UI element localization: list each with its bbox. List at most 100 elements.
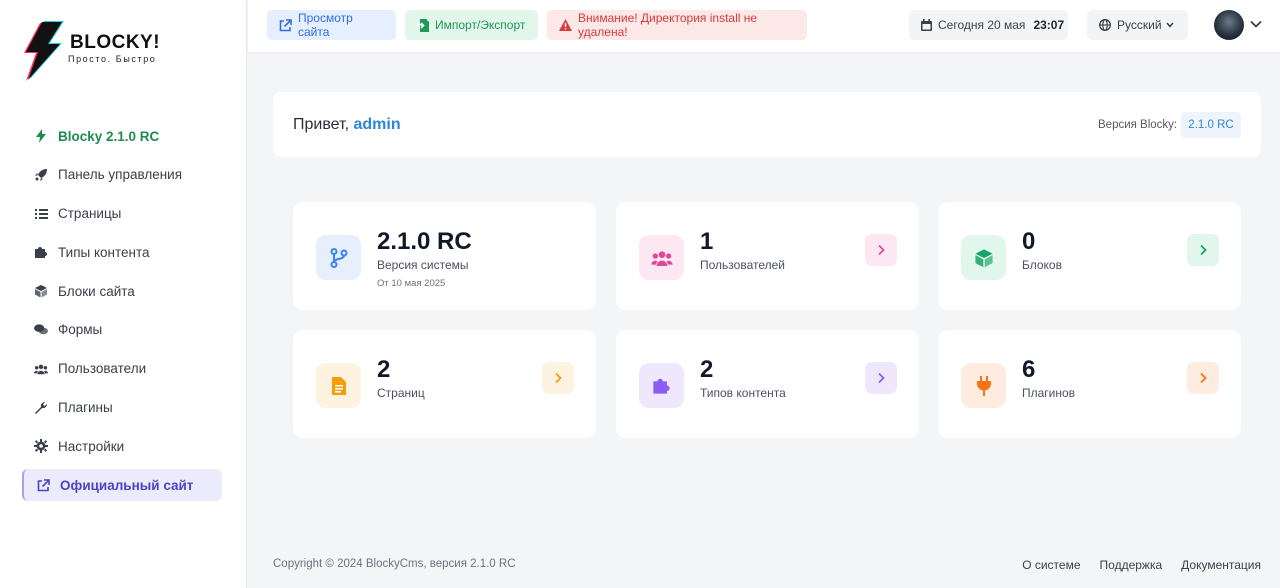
- topbar: Просмотр сайта Импорт/Экспорт Внимание! …: [248, 0, 1280, 52]
- stat-value: 2.1.0 RC: [377, 228, 472, 255]
- users-icon: [650, 250, 673, 266]
- external-link-icon: [36, 478, 50, 492]
- stat-card-version: 2.1.0 RC Версия системы От 10 мая 2025: [293, 202, 596, 310]
- sidebar-item-label: Блоки сайта: [58, 283, 135, 299]
- stat-card-users: 1 Пользователей: [616, 202, 919, 310]
- chevron-down-icon: [1165, 22, 1174, 28]
- stat-card-pages: 2 Страниц: [293, 330, 596, 438]
- footer-copyright: Copyright © 2024 BlockyCms, версия 2.1.0…: [273, 558, 516, 570]
- install-warning-label: Внимание! Директория install не удалена!: [578, 11, 758, 39]
- date-text: Сегодня 20 мая: [938, 18, 1026, 32]
- view-site-button[interactable]: Просмотр сайта: [267, 10, 396, 40]
- greeting-username: admin: [353, 116, 401, 133]
- branch-icon: [330, 247, 347, 268]
- stat-label: Типов контента: [700, 386, 786, 400]
- sidebar-item-version[interactable]: Blocky 2.1.0 RC: [22, 120, 222, 152]
- stat-icon-box: [639, 363, 684, 408]
- version-label: Версия Blocky:: [1098, 119, 1178, 131]
- sidebar-item-plugins[interactable]: Плагины: [22, 392, 222, 424]
- sidebar-item-label: Настройки: [58, 438, 125, 454]
- sidebar-nav: Blocky 2.1.0 RC Панель управления Страни…: [22, 120, 222, 508]
- sidebar-item-label: Официальный сайт: [60, 477, 194, 493]
- stat-label: Блоков: [1022, 258, 1062, 272]
- greeting-hello: Привет,: [293, 116, 350, 133]
- stat-arrow-button[interactable]: [865, 234, 897, 266]
- bolt-logo-icon: [24, 21, 64, 81]
- sidebar-item-settings[interactable]: Настройки: [22, 430, 222, 462]
- sidebar-item-official-site[interactable]: Официальный сайт: [22, 469, 222, 502]
- cube-icon: [974, 248, 993, 267]
- logo[interactable]: BLOCKY! Просто. Быстро: [22, 20, 222, 82]
- rocket-icon: [34, 168, 48, 182]
- stat-card-blocks: 0 Блоков: [938, 202, 1241, 310]
- view-site-label: Просмотр сайта: [298, 11, 353, 39]
- stat-value: 1: [700, 228, 714, 255]
- stat-arrow-button[interactable]: [542, 362, 574, 394]
- user-avatar[interactable]: [1214, 10, 1244, 40]
- chevron-right-icon: [878, 244, 885, 256]
- import-export-button[interactable]: Импорт/Экспорт: [405, 10, 538, 40]
- language-selector[interactable]: Русский: [1087, 10, 1188, 40]
- stat-arrow-button[interactable]: [865, 362, 897, 394]
- sidebar-item-pages[interactable]: Страницы: [22, 198, 222, 230]
- stat-arrow-button[interactable]: [1187, 234, 1219, 266]
- cube-icon: [34, 284, 48, 298]
- list-icon: [34, 207, 48, 221]
- version-badge: 2.1.0 RC: [1181, 112, 1241, 138]
- stat-label: Плагинов: [1022, 386, 1076, 400]
- greeting-card: Привет, admin Версия Blocky: 2.1.0 RC: [273, 92, 1261, 157]
- stat-date: От 10 мая 2025: [377, 278, 446, 289]
- install-warning-button[interactable]: Внимание! Директория install не удалена!: [547, 10, 807, 40]
- comments-icon: [34, 323, 48, 337]
- globe-icon: [1099, 19, 1111, 31]
- chevron-right-icon: [1200, 244, 1207, 256]
- stat-value: 2: [700, 356, 714, 383]
- stat-label: Пользователей: [700, 258, 785, 272]
- greeting-text: Привет, admin: [293, 116, 401, 134]
- puzzle-icon: [34, 245, 48, 259]
- sidebar-item-label: Типы контента: [58, 244, 150, 260]
- sidebar-item-label: Панель управления: [58, 167, 183, 183]
- date-display: Сегодня 20 мая 23:07: [909, 10, 1068, 40]
- stat-value: 0: [1022, 228, 1036, 255]
- puzzle-icon: [653, 378, 670, 394]
- footer-link-docs[interactable]: Документация: [1181, 558, 1261, 572]
- language-label: Русский: [1117, 18, 1162, 32]
- users-icon: [34, 362, 48, 376]
- plug-icon: [976, 375, 991, 396]
- stat-label: Страниц: [377, 386, 425, 400]
- stat-arrow-button[interactable]: [1187, 362, 1219, 394]
- footer-link-about[interactable]: О системе: [1022, 558, 1080, 572]
- sidebar-item-forms[interactable]: Формы: [22, 314, 222, 346]
- sidebar: BLOCKY! Просто. Быстро Blocky 2.1.0 RC П…: [0, 0, 247, 588]
- stat-icon-box: [316, 235, 361, 280]
- warning-icon: [559, 19, 572, 31]
- stat-label: Версия системы: [377, 258, 469, 272]
- file-icon: [331, 376, 346, 395]
- brand-title: BLOCKY!: [70, 32, 161, 53]
- stat-icon-box: [316, 363, 361, 408]
- sidebar-item-users[interactable]: Пользователи: [22, 353, 222, 385]
- chevron-down-icon[interactable]: [1249, 17, 1263, 31]
- bolt-icon: [34, 129, 48, 143]
- sidebar-item-content-types[interactable]: Типы контента: [22, 236, 222, 268]
- stat-icon-box: [961, 363, 1006, 408]
- wrench-icon: [34, 401, 48, 415]
- chevron-right-icon: [555, 372, 562, 384]
- chevron-right-icon: [878, 372, 885, 384]
- file-import-icon: [417, 18, 429, 32]
- stat-card-content-types: 2 Типов контента: [616, 330, 919, 438]
- sidebar-item-label: Blocky 2.1.0 RC: [58, 128, 160, 144]
- sidebar-item-label: Формы: [58, 322, 103, 338]
- calendar-icon: [921, 19, 932, 31]
- stat-value: 6: [1022, 356, 1036, 383]
- stat-icon-box: [639, 235, 684, 280]
- stat-icon-box: [961, 235, 1006, 280]
- sidebar-item-dashboard[interactable]: Панель управления: [22, 159, 222, 191]
- chevron-right-icon: [1200, 372, 1207, 384]
- stat-value: 2: [377, 356, 391, 383]
- external-link-icon: [279, 18, 292, 32]
- footer-link-support[interactable]: Поддержка: [1100, 558, 1163, 572]
- stat-card-plugins: 6 Плагинов: [938, 330, 1241, 438]
- sidebar-item-blocks[interactable]: Блоки сайта: [22, 275, 222, 307]
